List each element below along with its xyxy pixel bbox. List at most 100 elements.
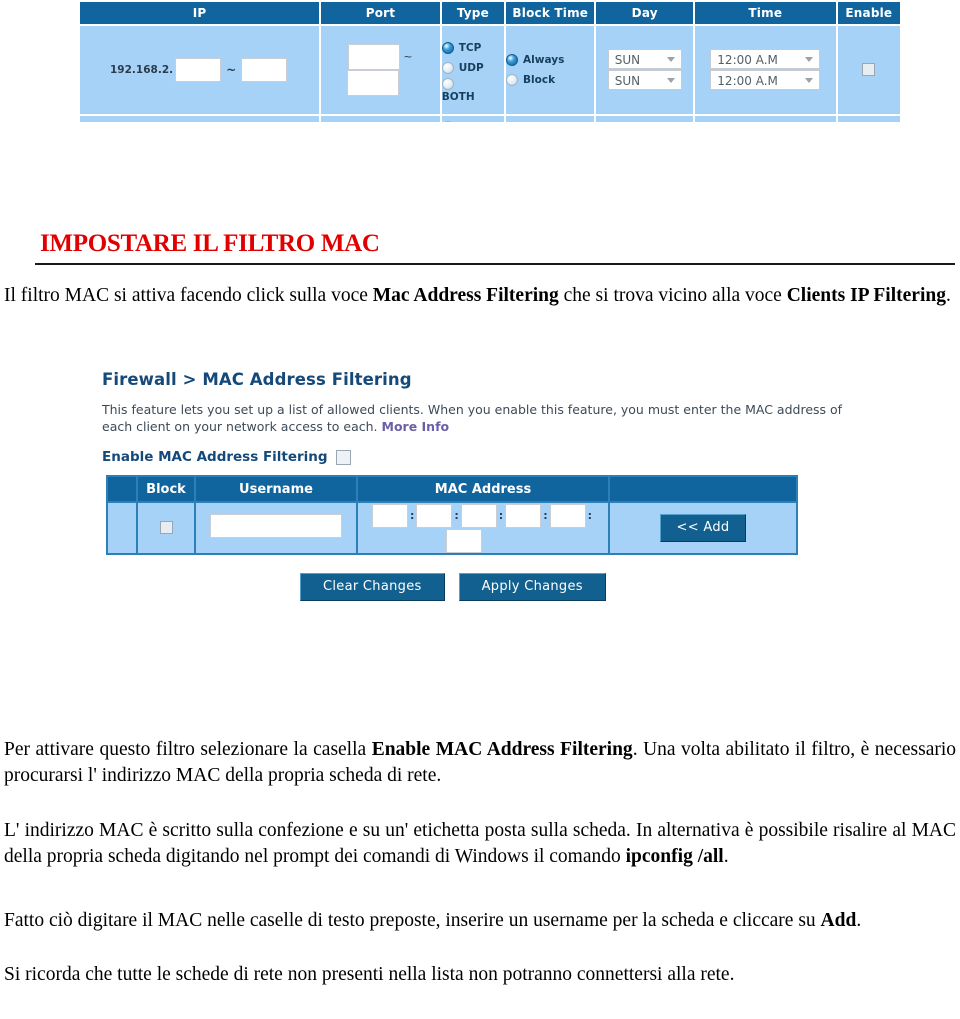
- block-cell: [138, 503, 194, 553]
- type-option-label: BOTH: [441, 90, 475, 103]
- paragraph-text: .: [856, 910, 862, 931]
- radio-icon[interactable]: [441, 61, 454, 74]
- heading-divider: [35, 263, 955, 265]
- mac-octet-4-input[interactable]: [505, 503, 542, 528]
- port-end-input[interactable]: [347, 70, 400, 96]
- type-option-label: TCP: [458, 41, 482, 54]
- block-time-option-always[interactable]: Always: [506, 50, 594, 70]
- time-to-value: 12:00 A.M: [717, 74, 778, 88]
- chevron-down-icon: [805, 57, 814, 62]
- time-cell: 12:00 A.M 12:00 A.M: [694, 26, 836, 114]
- more-info-link[interactable]: More Info: [382, 419, 450, 434]
- chevron-down-icon: [666, 57, 675, 62]
- time-from-value: 12:00 A.M: [717, 53, 778, 67]
- paragraph-text: che si trova vicino alla voce: [558, 285, 787, 306]
- block-time-cell: [506, 116, 595, 122]
- block-time-option-block[interactable]: Block: [506, 70, 594, 90]
- type-option-label: UDP: [458, 61, 484, 74]
- row-spacer-cell: [108, 503, 136, 553]
- table-row-clipped: [80, 116, 900, 122]
- block-time-cell: Always Block: [506, 26, 595, 114]
- ip-filter-table: IP Port Type Block Time Day Time Enable …: [78, 0, 902, 122]
- add-action-cell: << Add: [610, 503, 796, 553]
- mac-separator: :: [454, 509, 459, 522]
- mac-octet-5-input[interactable]: [549, 503, 586, 528]
- radio-icon[interactable]: [441, 41, 454, 54]
- type-option-both[interactable]: BOTH: [441, 77, 504, 103]
- day-cell: SUN SUN: [596, 26, 693, 114]
- enable-cell: [837, 26, 900, 114]
- type-option-tcp[interactable]: TCP: [441, 38, 504, 58]
- enable-checkbox[interactable]: [862, 62, 876, 76]
- radio-icon[interactable]: [441, 120, 454, 122]
- column-header-spacer: [108, 477, 136, 501]
- paragraph-text: .: [723, 846, 729, 867]
- column-header-ip: IP: [80, 2, 320, 24]
- column-header-block: Block: [138, 477, 194, 501]
- mac-octet-3-input[interactable]: [460, 503, 497, 528]
- mac-octet-6-input[interactable]: [445, 528, 482, 553]
- port-cell: [321, 116, 440, 122]
- form-actions: Clear Changes Apply Changes: [300, 573, 890, 601]
- column-header-action: [610, 477, 796, 501]
- radio-icon[interactable]: [506, 74, 519, 86]
- add-button[interactable]: << Add: [659, 514, 747, 542]
- mac-address-table: Block Username MAC Address ::::: << Add: [106, 475, 798, 555]
- clear-changes-button[interactable]: Clear Changes: [300, 573, 445, 601]
- day-to-select[interactable]: SUN: [607, 70, 682, 90]
- mac-octet-1-input[interactable]: [371, 503, 408, 528]
- ip-prefix-label: 192.168.2.: [110, 64, 174, 76]
- emphasis-add: Add: [820, 910, 857, 931]
- mac-octet-row-bottom: [445, 528, 594, 553]
- apply-changes-button[interactable]: Apply Changes: [458, 573, 606, 601]
- paragraph-intro: Il filtro MAC si attiva facendo click su…: [4, 283, 956, 309]
- paragraph-text: Il filtro MAC si attiva facendo click su…: [4, 285, 373, 306]
- ip-start-input[interactable]: [175, 58, 222, 82]
- description-text: This feature lets you set up a list of a…: [102, 402, 843, 434]
- ip-cell: 192.168.2. ~: [80, 26, 320, 114]
- time-from-select[interactable]: 12:00 A.M: [710, 49, 821, 69]
- day-cell: [596, 116, 693, 122]
- time-cell: [694, 116, 836, 122]
- block-checkbox[interactable]: [159, 520, 173, 534]
- chevron-down-icon: [805, 78, 814, 83]
- enable-mac-filtering-checkbox[interactable]: [335, 449, 351, 465]
- breadcrumb: Firewall > MAC Address Filtering: [102, 370, 412, 389]
- table-row: 192.168.2. ~ ~ TCP UDP BOTH Always Block…: [80, 26, 900, 114]
- enable-cell: [837, 116, 900, 122]
- emphasis-mac-address-filtering: Mac Address Filtering: [372, 285, 559, 306]
- enable-mac-filtering-label: Enable MAC Address Filtering: [102, 449, 328, 465]
- table-header-row: Block Username MAC Address: [108, 477, 796, 501]
- port-range-separator: ~: [403, 50, 413, 63]
- table-header-row: IP Port Type Block Time Day Time Enable: [80, 2, 900, 24]
- paragraph-text: .: [945, 285, 951, 306]
- port-start-input[interactable]: [348, 44, 401, 70]
- day-from-value: SUN: [614, 53, 641, 67]
- page-title: IMPOSTARE IL FILTRO MAC: [40, 230, 380, 257]
- mac-octet-2-input[interactable]: [416, 503, 453, 528]
- column-header-day: Day: [596, 2, 693, 24]
- username-cell: [196, 503, 356, 553]
- mac-filter-screenshot: Firewall > MAC Address Filtering This fe…: [100, 370, 890, 635]
- paragraph-text: Per attivare questo filtro selezionare l…: [4, 739, 372, 760]
- radio-icon[interactable]: [506, 54, 519, 66]
- day-from-select[interactable]: SUN: [607, 49, 682, 69]
- mac-octet-row-top: :::::: [371, 503, 594, 528]
- mac-separator: :: [543, 509, 548, 522]
- column-header-type: Type: [441, 2, 505, 24]
- table-row: ::::: << Add: [108, 503, 796, 553]
- type-cell: TCP UDP BOTH: [441, 26, 505, 114]
- type-option-udp[interactable]: UDP: [441, 58, 504, 78]
- username-input[interactable]: [210, 514, 342, 538]
- time-to-select[interactable]: 12:00 A.M: [710, 70, 821, 90]
- ip-end-input[interactable]: [241, 58, 288, 82]
- emphasis-ipconfig-all: ipconfig /all: [625, 846, 724, 867]
- mac-address-cell: :::::: [358, 503, 608, 553]
- block-time-option-label: Always: [523, 54, 565, 66]
- emphasis-clients-ip-filtering: Clients IP Filtering: [786, 285, 946, 306]
- paragraph-enable-filter: Per attivare questo filtro selezionare l…: [4, 737, 956, 789]
- emphasis-enable-mac-address-filtering: Enable MAC Address Filtering: [371, 739, 633, 760]
- radio-icon[interactable]: [441, 77, 454, 90]
- chevron-down-icon: [666, 78, 675, 83]
- mac-separator: :: [587, 509, 593, 522]
